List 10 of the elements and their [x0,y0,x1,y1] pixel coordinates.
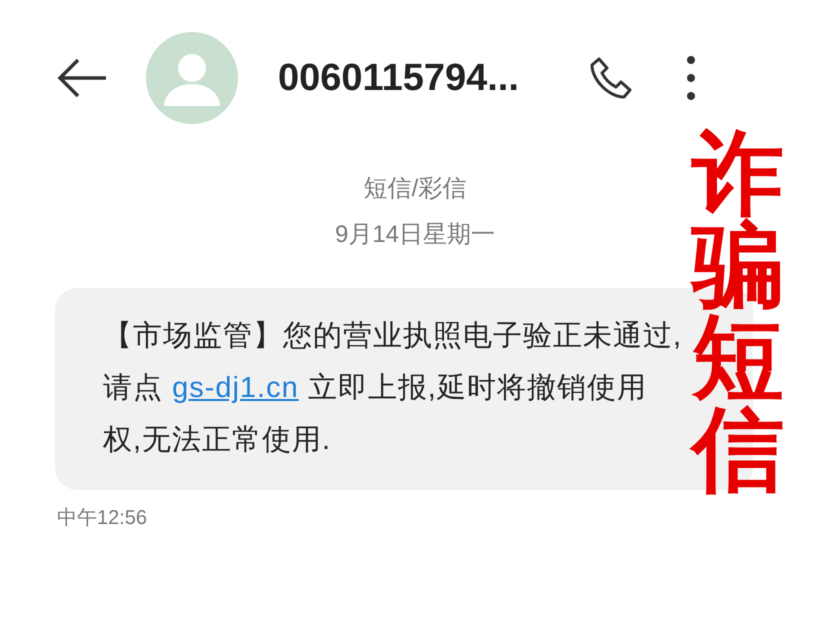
message-link[interactable]: gs-dj1.cn [172,372,299,404]
message-time: 中午12:56 [57,506,148,531]
warning-annotation: 诈骗短信 [692,128,784,496]
back-icon[interactable] [56,58,108,98]
channel-label: 短信/彩信 [364,174,466,204]
avatar-icon [146,32,238,124]
contact-number: 0060115794... [278,56,519,100]
menu-icon[interactable] [684,55,697,101]
date-label: 9月14日星期一 [334,220,496,250]
phone-icon[interactable] [588,56,633,100]
